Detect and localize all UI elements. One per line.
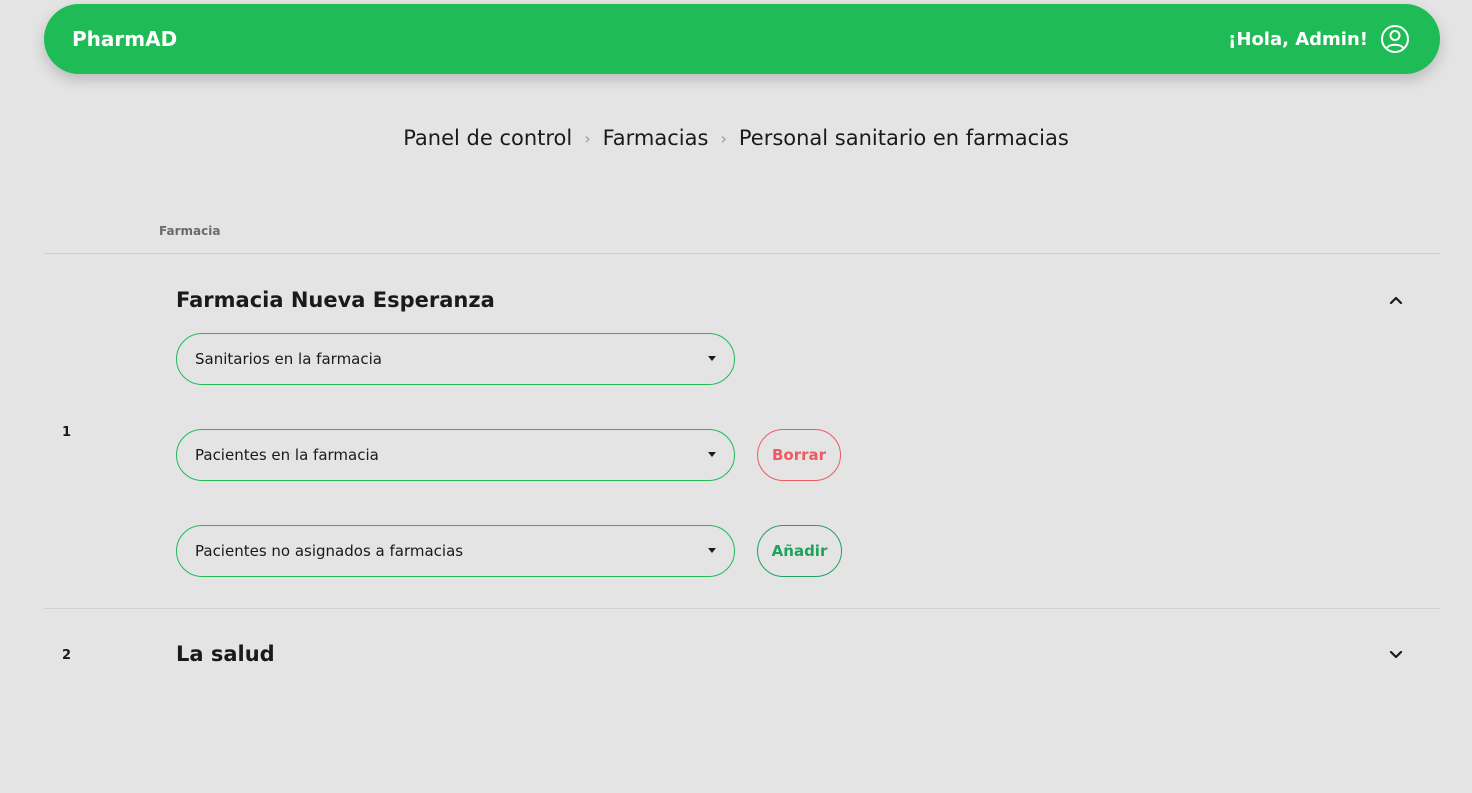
staff-select[interactable]: Sanitarios en la farmacia bbox=[176, 333, 735, 385]
user-area: ¡Hola, Admin! bbox=[1228, 24, 1410, 54]
column-header-pharmacy: Farmacia bbox=[159, 224, 221, 238]
row-number: 2 bbox=[62, 648, 72, 663]
unassigned-patients-select-value: Pacientes no asignados a farmacias bbox=[195, 542, 464, 560]
add-button[interactable]: Añadir bbox=[757, 525, 842, 577]
top-navbar: PharmAD ¡Hola, Admin! bbox=[44, 4, 1440, 74]
user-greeting: ¡Hola, Admin! bbox=[1228, 28, 1368, 50]
delete-button[interactable]: Borrar bbox=[757, 429, 841, 481]
breadcrumb: Panel de control › Farmacias › Personal … bbox=[0, 126, 1472, 150]
breadcrumb-separator-icon: › bbox=[720, 128, 727, 148]
breadcrumb-separator-icon: › bbox=[584, 128, 591, 148]
patients-select-value: Pacientes en la farmacia bbox=[195, 446, 379, 464]
table-divider bbox=[44, 253, 1440, 254]
staff-select-value: Sanitarios en la farmacia bbox=[195, 350, 382, 368]
chevron-up-icon[interactable] bbox=[1386, 290, 1406, 310]
pharmacy-name: La salud bbox=[176, 642, 275, 666]
unassigned-patients-select[interactable]: Pacientes no asignados a farmacias bbox=[176, 525, 735, 577]
chevron-down-icon[interactable] bbox=[1386, 645, 1406, 665]
breadcrumb-current-page: Personal sanitario en farmacias bbox=[738, 126, 1069, 150]
row-number: 1 bbox=[62, 425, 72, 440]
caret-down-icon bbox=[708, 356, 716, 361]
breadcrumb-dashboard[interactable]: Panel de control bbox=[403, 126, 572, 150]
breadcrumb-pharmacies[interactable]: Farmacias bbox=[603, 126, 709, 150]
user-account-icon[interactable] bbox=[1380, 24, 1410, 54]
table-divider bbox=[44, 608, 1440, 609]
patients-select[interactable]: Pacientes en la farmacia bbox=[176, 429, 735, 481]
pharmacy-name: Farmacia Nueva Esperanza bbox=[176, 288, 495, 312]
caret-down-icon bbox=[708, 548, 716, 553]
brand-logo[interactable]: PharmAD bbox=[72, 27, 177, 51]
caret-down-icon bbox=[708, 452, 716, 457]
